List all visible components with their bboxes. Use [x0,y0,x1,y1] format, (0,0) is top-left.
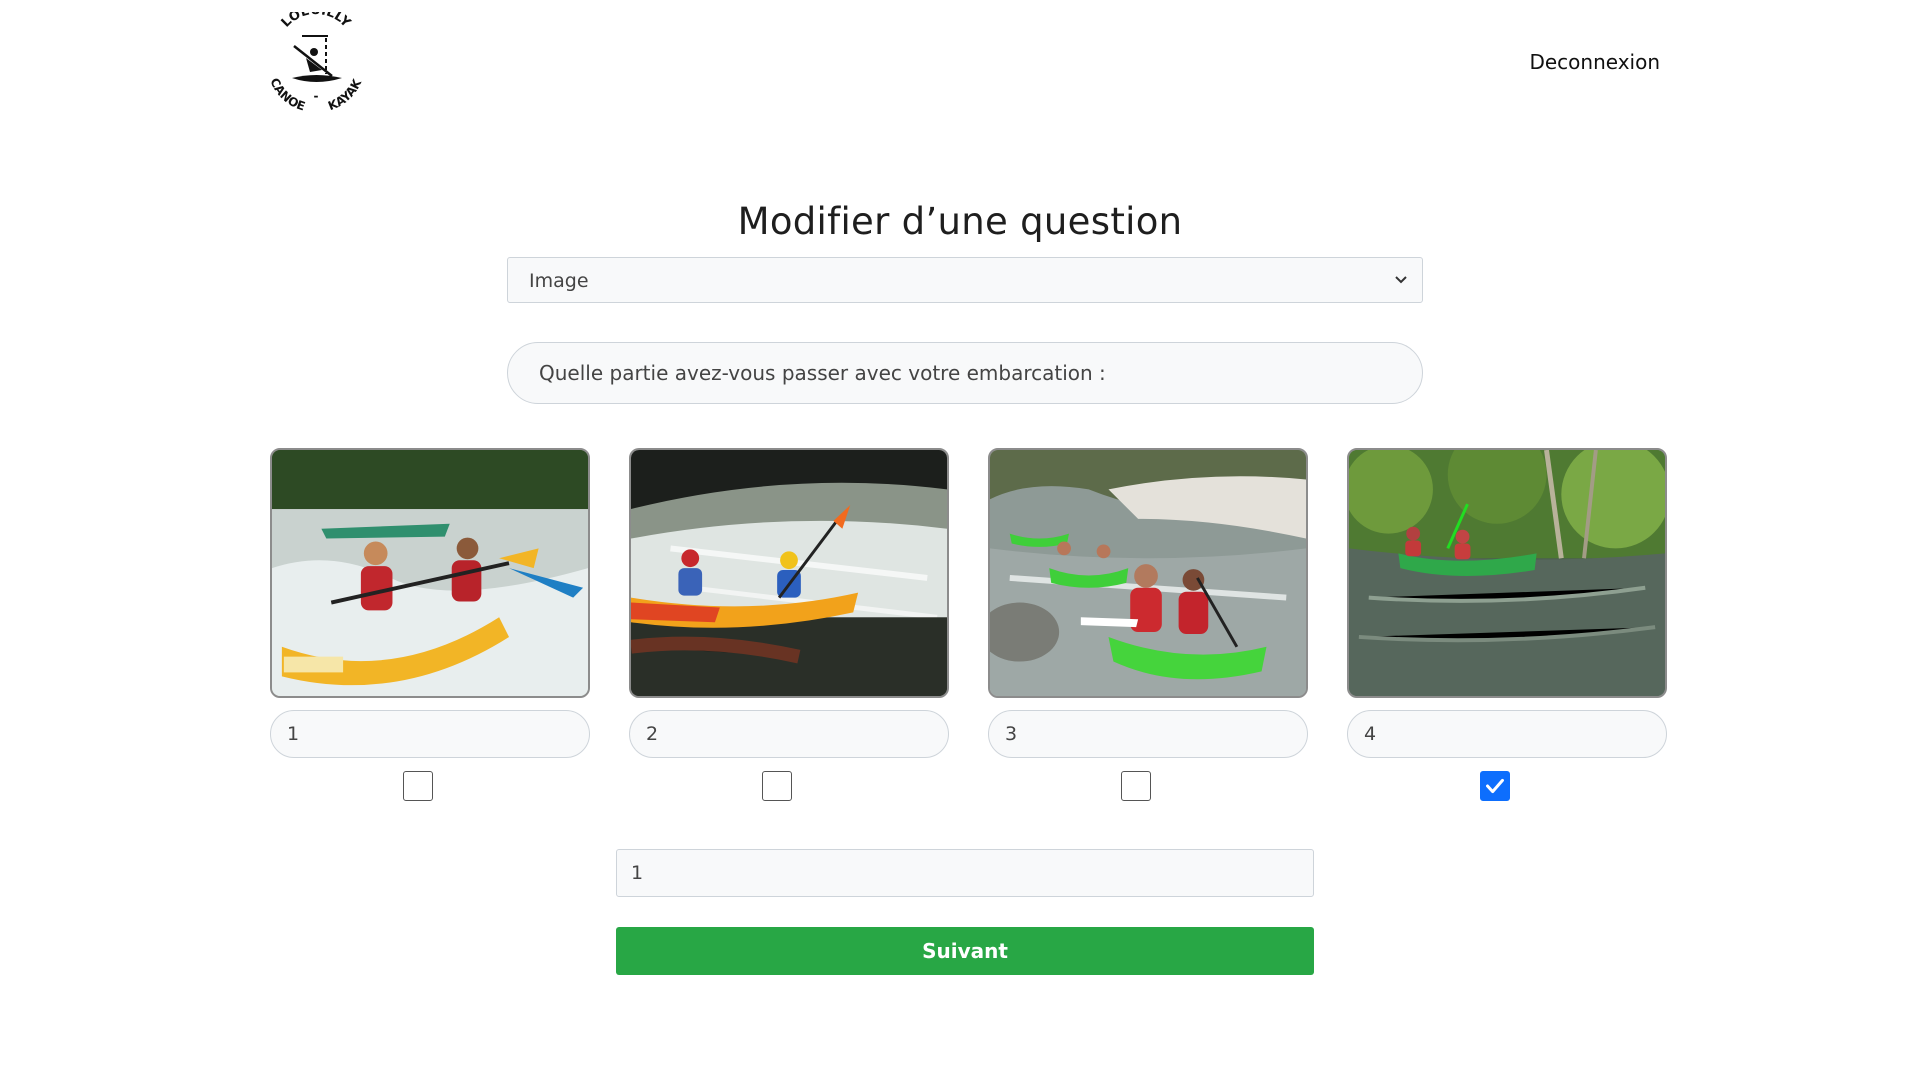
choice-label-input[interactable] [988,710,1308,758]
image-icon [272,450,588,696]
question-text-input[interactable] [507,342,1423,404]
page-title: Modifier d’une question [737,200,1183,243]
logo-text-kayak: KAYAK [326,76,364,113]
choice-checkbox[interactable] [762,771,792,801]
answer-input[interactable] [616,849,1314,897]
choice-image[interactable] [1347,448,1667,698]
question-type-select[interactable]: Image [507,257,1423,303]
choice-label-input[interactable] [270,710,590,758]
image-icon [631,450,947,696]
choice-checkbox[interactable] [1121,771,1151,801]
logo-text-top: LOEUILLY [279,12,354,31]
checkmark-icon [1486,778,1504,794]
svg-text:-: - [314,89,319,103]
svg-text:LOEUILLY: LOEUILLY [279,12,354,31]
chevron-down-icon [1395,276,1407,284]
choice-checkbox[interactable] [1480,771,1510,801]
choice-image[interactable] [988,448,1308,698]
svg-text:CANOE: CANOE [267,76,307,114]
choice-image[interactable] [629,448,949,698]
choice-label-input[interactable] [629,710,949,758]
image-icon [990,450,1306,696]
header: LOEUILLY CANOE KAYAK - Deconnexion [0,0,1920,130]
choice-label-input[interactable] [1347,710,1667,758]
choice-image[interactable] [270,448,590,698]
logout-link[interactable]: Deconnexion [1500,50,1660,74]
question-type-value: Image [529,270,589,292]
choice-checkbox[interactable] [403,771,433,801]
image-icon [1349,450,1665,696]
club-logo[interactable]: LOEUILLY CANOE KAYAK - [262,12,370,116]
svg-text:KAYAK: KAYAK [326,76,364,113]
next-button[interactable]: Suivant [616,927,1314,975]
logo-text-canoe: CANOE [267,76,307,114]
